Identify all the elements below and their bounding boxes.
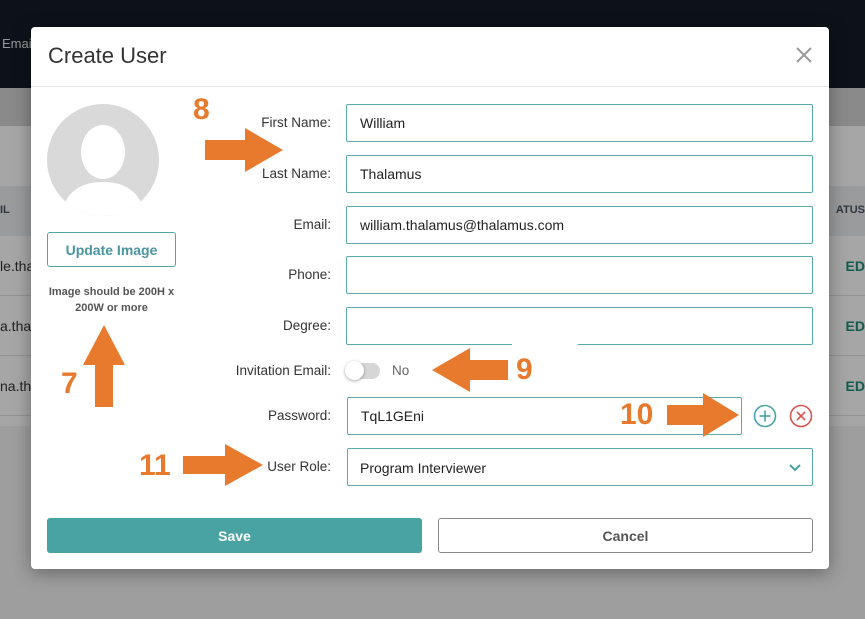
image-size-hint: Image should be 200H x 200W or more: [48, 286, 175, 314]
user-silhouette-icon: [61, 125, 145, 216]
annotation-number-10: 10: [620, 398, 654, 431]
password-label: Password:: [267, 408, 331, 423]
annotation-number-11: 11: [139, 449, 171, 482]
remove-circle-icon[interactable]: [789, 404, 813, 428]
annotation-arrow-right-icon: [667, 393, 739, 437]
update-image-button[interactable]: Update Image: [47, 232, 176, 267]
invitation-email-label: Invitation Email:: [235, 363, 331, 378]
annotation-arrow-right-icon: [183, 444, 263, 486]
email-field[interactable]: [346, 206, 813, 244]
phone-field[interactable]: [346, 256, 813, 294]
toggle-knob: [345, 361, 364, 380]
first-name-field[interactable]: [346, 104, 813, 142]
phone-label: Phone:: [288, 267, 331, 282]
annotation-number-7: 7: [61, 367, 78, 400]
annotation-number-8: 8: [193, 93, 210, 126]
avatar-placeholder: [47, 104, 159, 216]
user-role-label: User Role:: [267, 459, 331, 474]
annotation-number-9: 9: [516, 353, 533, 386]
add-circle-icon[interactable]: [753, 404, 777, 428]
annotation-arrow-right-icon: [205, 128, 283, 172]
last-name-field[interactable]: [346, 155, 813, 193]
modal-header: Create User: [31, 27, 829, 87]
create-user-modal: Create User Update Image Image should be…: [31, 27, 829, 569]
degree-border-gap: [512, 342, 578, 345]
user-role-select[interactable]: Program Interviewer: [347, 448, 813, 486]
save-button[interactable]: Save: [47, 518, 422, 553]
cancel-button[interactable]: Cancel: [438, 518, 813, 553]
annotation-arrow-left-icon: [432, 348, 508, 392]
close-icon[interactable]: [793, 44, 815, 66]
modal-title: Create User: [48, 43, 167, 68]
invitation-email-state: No: [392, 363, 410, 378]
email-label: Email:: [293, 217, 331, 232]
chevron-down-icon: [789, 464, 801, 472]
invitation-email-toggle[interactable]: [345, 361, 380, 380]
annotation-arrow-up-icon: [83, 325, 125, 407]
degree-label: Degree:: [282, 318, 331, 333]
user-role-value: Program Interviewer: [360, 460, 487, 476]
degree-field[interactable]: [346, 307, 813, 345]
